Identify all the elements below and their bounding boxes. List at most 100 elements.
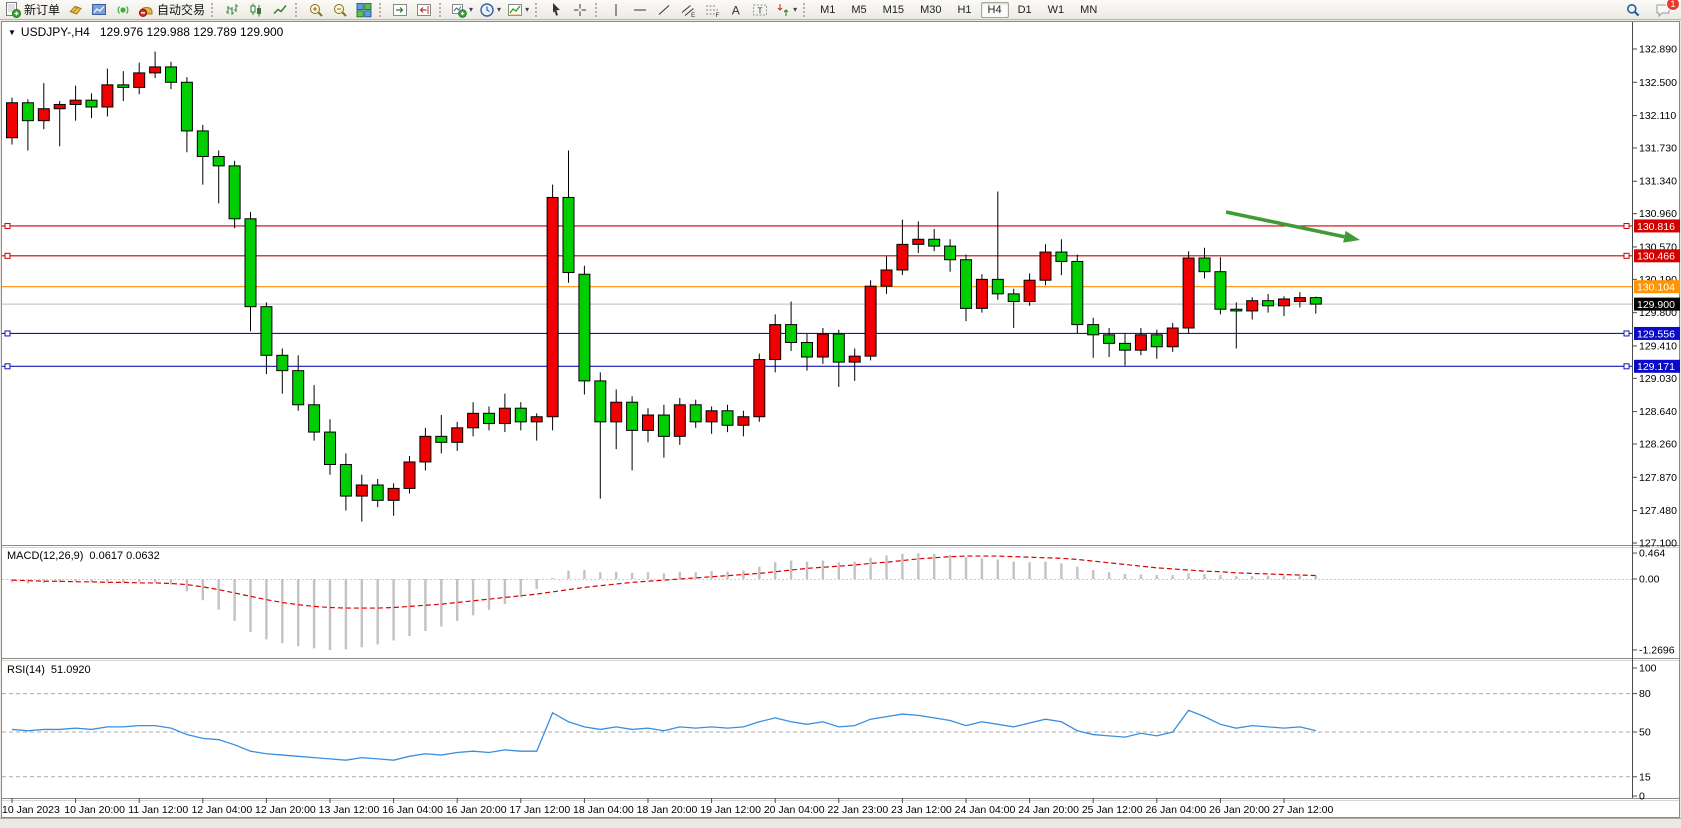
chart-title: ▼USDJPY-,H4129.976 129.988 129.789 129.9…	[8, 25, 283, 39]
chart-shift-icon	[416, 2, 432, 18]
macd-values: 0.0617 0.0632	[89, 550, 159, 562]
arrows-tool-button[interactable]: ▾	[772, 0, 800, 20]
auto-scroll-icon	[392, 2, 408, 18]
new-order-icon	[5, 2, 21, 18]
timeframe-h1[interactable]: H1	[950, 2, 978, 18]
search-button[interactable]	[1621, 0, 1645, 20]
clock-icon	[479, 2, 495, 18]
main-toolbar: 新订单 自动交易	[0, 0, 1681, 20]
svg-text:50: 50	[1639, 727, 1651, 739]
timeframe-m15[interactable]: M15	[876, 2, 911, 18]
tile-windows-button[interactable]	[352, 0, 376, 20]
vertical-line-icon	[608, 2, 624, 18]
svg-text:132.890: 132.890	[1639, 44, 1677, 56]
vertical-line-tool-button[interactable]	[604, 0, 628, 20]
timeframe-m1[interactable]: M1	[813, 2, 842, 18]
timeframe-m30[interactable]: M30	[913, 2, 948, 18]
toolbar-grip	[439, 3, 443, 17]
svg-text:A: A	[732, 3, 740, 17]
line-chart-icon	[272, 2, 288, 18]
svg-text:0: 0	[1639, 791, 1645, 803]
svg-text:130.466: 130.466	[1637, 251, 1675, 263]
svg-text:131.730: 131.730	[1639, 142, 1677, 154]
autotrade-button[interactable]: 自动交易	[135, 0, 208, 20]
toolbar-grip	[211, 3, 215, 17]
svg-text:129.900: 129.900	[1637, 299, 1675, 311]
new-chart-button[interactable]: ▾	[448, 0, 476, 20]
periods-button[interactable]: ▾	[476, 0, 504, 20]
svg-text:20 Jan 04:00: 20 Jan 04:00	[764, 804, 825, 816]
crosshair-icon	[572, 2, 588, 18]
new-order-button[interactable]: 新订单	[2, 0, 63, 20]
toolbar-grip	[535, 3, 539, 17]
toolbar-grip	[595, 3, 599, 17]
svg-text:16 Jan 20:00: 16 Jan 20:00	[446, 804, 507, 816]
autotrade-label: 自动交易	[157, 1, 205, 18]
horizontal-line-icon	[632, 2, 648, 18]
svg-text:24 Jan 20:00: 24 Jan 20:00	[1018, 804, 1079, 816]
history-center-button[interactable]	[87, 0, 111, 20]
svg-text:10 Jan 2023: 10 Jan 2023	[2, 804, 60, 816]
timeframe-h4[interactable]: H4	[981, 2, 1009, 18]
collapse-triangle-icon[interactable]: ▼	[8, 28, 16, 37]
mt4-window: 132.890132.500132.110131.730131.340130.9…	[0, 0, 1681, 828]
fibonacci-tool-button[interactable]: F	[700, 0, 724, 20]
zoom-out-icon	[332, 2, 348, 18]
timeframe-m5[interactable]: M5	[844, 2, 873, 18]
gold-ingot-icon	[67, 2, 83, 18]
chart-shift-button[interactable]	[412, 0, 436, 20]
svg-text:26 Jan 20:00: 26 Jan 20:00	[1209, 804, 1270, 816]
svg-text:127.480: 127.480	[1639, 505, 1677, 517]
text-icon: A	[728, 2, 744, 18]
template-icon	[507, 2, 523, 18]
bar-chart-mode-button[interactable]	[220, 0, 244, 20]
svg-text:19 Jan 12:00: 19 Jan 12:00	[700, 804, 761, 816]
symbol-period-label: USDJPY-,H4	[21, 25, 90, 39]
cursor-tool-button[interactable]	[544, 0, 568, 20]
new-order-label: 新订单	[24, 1, 60, 18]
timeframe-w1[interactable]: W1	[1041, 2, 1072, 18]
horizontal-line-tool-button[interactable]	[628, 0, 652, 20]
svg-text:F: F	[716, 12, 720, 18]
search-icon	[1625, 2, 1641, 18]
arrow-objects-icon	[775, 2, 791, 18]
signal-icon	[115, 2, 131, 18]
svg-text:17 Jan 12:00: 17 Jan 12:00	[509, 804, 570, 816]
zoom-in-button[interactable]	[304, 0, 328, 20]
svg-text:80: 80	[1639, 688, 1651, 700]
svg-text:15: 15	[1639, 771, 1651, 783]
timeframe-d1[interactable]: D1	[1011, 2, 1039, 18]
svg-text:T: T	[757, 5, 762, 15]
svg-text:18 Jan 20:00: 18 Jan 20:00	[637, 804, 698, 816]
chart-background	[0, 20, 1681, 828]
chevron-down-icon: ▾	[793, 5, 797, 14]
candlestick-mode-button[interactable]	[244, 0, 268, 20]
template-button[interactable]: ▾	[504, 0, 532, 20]
text-label-tool-button[interactable]: T	[748, 0, 772, 20]
timeframe-mn[interactable]: MN	[1073, 2, 1104, 18]
notifications-button[interactable]: 1	[1651, 0, 1675, 20]
svg-text:130.816: 130.816	[1637, 221, 1675, 233]
text-tool-button[interactable]: A	[724, 0, 748, 20]
chevron-down-icon: ▾	[469, 5, 473, 14]
svg-text:24 Jan 04:00: 24 Jan 04:00	[955, 804, 1016, 816]
svg-text:129.030: 129.030	[1639, 373, 1677, 385]
crosshair-tool-button[interactable]	[568, 0, 592, 20]
signals-button[interactable]	[111, 0, 135, 20]
channel-tool-button[interactable]: E	[676, 0, 700, 20]
rsi-value: 51.0920	[51, 664, 91, 676]
chart-window-icon	[91, 2, 107, 18]
rsi-name: RSI(14)	[7, 664, 45, 676]
svg-text:10 Jan 20:00: 10 Jan 20:00	[64, 804, 125, 816]
market-button[interactable]	[63, 0, 87, 20]
svg-text:128.260: 128.260	[1639, 439, 1677, 451]
zoom-out-button[interactable]	[328, 0, 352, 20]
line-chart-mode-button[interactable]	[268, 0, 292, 20]
trendline-tool-button[interactable]	[652, 0, 676, 20]
candlestick-icon	[248, 2, 264, 18]
autotrade-icon	[138, 2, 154, 18]
auto-scroll-button[interactable]	[388, 0, 412, 20]
svg-text:13 Jan 12:00: 13 Jan 12:00	[319, 804, 380, 816]
svg-text:127.870: 127.870	[1639, 472, 1677, 484]
svg-text:12 Jan 20:00: 12 Jan 20:00	[255, 804, 316, 816]
